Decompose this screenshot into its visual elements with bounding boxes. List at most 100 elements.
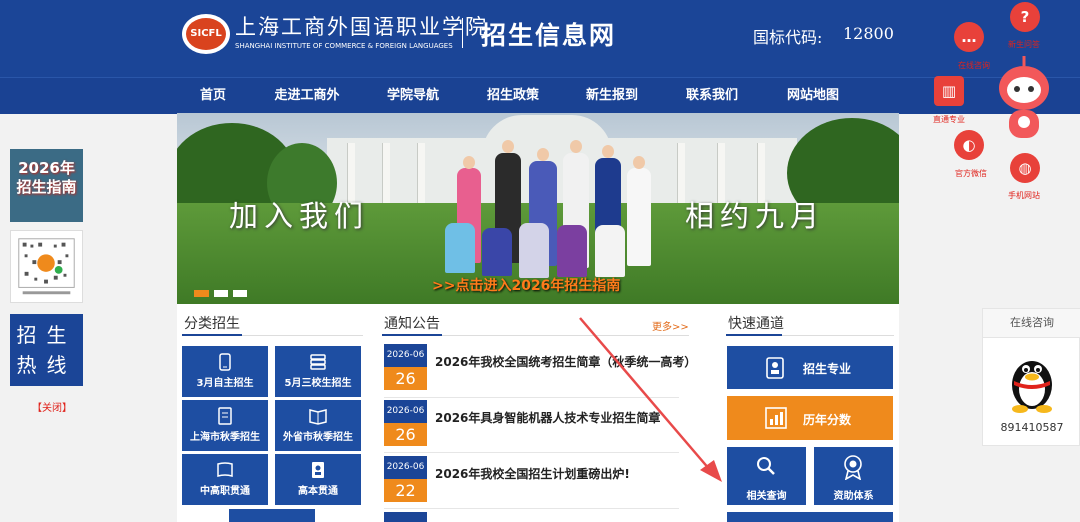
quick-scores-button[interactable]: 历年分数 xyxy=(727,396,893,440)
cat-label: 上海市秋季招生 xyxy=(190,432,260,443)
nav-sitemap[interactable]: 网站地图 xyxy=(776,78,850,114)
school-name-en: SHANGHAI INSTITUTE OF COMMERCE & FOREIGN… xyxy=(235,42,453,50)
quick-label: 资助体系 xyxy=(833,491,874,502)
fl-label-wechat[interactable]: 官方微信 xyxy=(955,168,987,179)
open-book-icon xyxy=(309,409,327,425)
banner-slogan-left: 加入我们 xyxy=(229,199,370,233)
notice-ym: 2026-06 xyxy=(386,350,425,360)
nav-freshman[interactable]: 新生报到 xyxy=(575,78,649,114)
slide-dot-1[interactable] xyxy=(194,290,209,297)
categories-title: 分类招生 xyxy=(184,316,240,332)
notice-date: 2026-06 22 xyxy=(384,456,427,502)
consult-title: 在线咨询 xyxy=(983,309,1080,338)
bar-chart-icon xyxy=(765,407,787,429)
hero-banner[interactable]: 加入我们 相约九月 >>点击进入2026年招生指南 xyxy=(177,113,899,304)
section-mark xyxy=(726,334,782,336)
close-left-float[interactable]: 【关闭】 xyxy=(32,399,72,414)
cat-label: 3月自主招生 xyxy=(196,378,254,389)
guide-thumbnail[interactable]: 2026年 招生指南 xyxy=(10,149,83,222)
fl-label-qa[interactable]: 新生问答 xyxy=(1008,39,1040,50)
phone-icon xyxy=(219,353,231,371)
fl-label-consult[interactable]: 在线咨询 xyxy=(958,60,990,71)
head xyxy=(570,140,582,153)
cat-label: 高本贯通 xyxy=(298,486,338,497)
wechat-icon[interactable]: ◐ xyxy=(954,130,984,160)
cat-more-partial[interactable] xyxy=(229,509,315,522)
globe-icon[interactable]: ◍ xyxy=(1010,153,1040,183)
quick-title: 快速通道 xyxy=(728,316,784,332)
cat-three-schools[interactable]: 5月三校生招生 xyxy=(275,346,361,397)
slide-dot-3[interactable] xyxy=(233,290,247,297)
consult-panel[interactable]: 在线咨询 891410587 xyxy=(982,308,1080,446)
code-label: 国标代码: xyxy=(753,28,823,47)
guide-thumb-text: 2026年 招生指南 xyxy=(16,159,77,196)
column xyxy=(382,143,390,208)
quick-label: 招生专业 xyxy=(803,362,852,376)
head xyxy=(602,145,614,158)
cat-higher-bachelor[interactable]: 高本贯通 xyxy=(275,454,361,505)
code-value: 12800 xyxy=(843,24,894,43)
cat-spring-independent[interactable]: 3月自主招生 xyxy=(182,346,268,397)
robot-mascot[interactable] xyxy=(992,52,1056,144)
book-icon[interactable]: ▥ xyxy=(934,76,964,106)
contacts-icon xyxy=(312,462,324,478)
person xyxy=(445,223,475,273)
logo-text: SICFL xyxy=(186,18,226,50)
document-icon xyxy=(218,407,232,425)
qq-penguin-icon[interactable] xyxy=(1005,347,1059,413)
hotline-box[interactable]: 招生热线 xyxy=(10,314,83,386)
cat-other-provinces[interactable]: 外省市秋季招生 xyxy=(275,400,361,451)
section-mark xyxy=(182,334,242,336)
header-divider xyxy=(462,18,463,48)
question-icon[interactable]: ? xyxy=(1010,2,1040,32)
section-mark xyxy=(382,334,442,336)
notice-ym: 2026-06 xyxy=(386,406,425,416)
notice-sep xyxy=(384,508,679,509)
annotation-arrow xyxy=(579,317,722,482)
medal-icon xyxy=(844,455,862,480)
nav-home[interactable]: 首页 xyxy=(187,78,239,114)
notice-date-partial xyxy=(384,512,427,522)
id-card-icon xyxy=(766,357,784,379)
notice-day: 26 xyxy=(384,423,427,446)
quick-search-button[interactable]: 相关查询 xyxy=(727,447,806,505)
content-area: 分类招生 3月自主招生 5月三校生招生 上海市秋季招生 外省市秋季招生 中高职贯… xyxy=(177,304,899,522)
fl-label-major[interactable]: 直通专业 xyxy=(933,114,965,125)
column xyxy=(677,143,685,208)
cat-label: 5月三校生招生 xyxy=(284,378,352,389)
quick-majors-button[interactable]: 招生专业 xyxy=(727,346,893,389)
stack-icon xyxy=(310,354,326,370)
school-name-cn: 上海工商外国语职业学院 xyxy=(235,15,488,39)
person xyxy=(519,223,549,278)
banner-guide-link[interactable]: >>点击进入2026年招生指南 xyxy=(432,275,620,295)
quick-label: 历年分数 xyxy=(803,413,852,427)
site-title: 招生信息网 xyxy=(481,21,617,50)
head xyxy=(502,140,514,153)
person xyxy=(557,225,587,277)
consult-qq-number[interactable]: 891410587 xyxy=(983,421,1080,434)
notices-title: 通知公告 xyxy=(384,316,440,332)
notice-day: 22 xyxy=(384,479,427,502)
cat-shanghai-autumn[interactable]: 上海市秋季招生 xyxy=(182,400,268,451)
slide-dot-2[interactable] xyxy=(214,290,228,297)
book-icon xyxy=(217,462,233,477)
school-logo[interactable]: SICFL xyxy=(182,14,230,54)
notice-date: 2026-06 26 xyxy=(384,400,427,446)
chat-icon[interactable]: … xyxy=(954,22,984,52)
search-icon xyxy=(757,457,775,475)
qr-code xyxy=(10,230,83,303)
nav-about[interactable]: 走进工商外 xyxy=(266,78,348,114)
nav-college-guide[interactable]: 学院导航 xyxy=(375,78,451,114)
person xyxy=(482,228,512,276)
head xyxy=(633,156,645,169)
notice-ym: 2026-06 xyxy=(386,462,425,472)
quick-aid-button[interactable]: 资助体系 xyxy=(814,447,893,505)
quick-label: 相关查询 xyxy=(746,491,787,502)
fl-label-mobile[interactable]: 手机网站 xyxy=(1008,190,1040,201)
nav-contact[interactable]: 联系我们 xyxy=(675,78,749,114)
head xyxy=(537,148,549,161)
nav-admission-policy[interactable]: 招生政策 xyxy=(476,78,550,114)
quick-partial-button[interactable] xyxy=(727,512,893,522)
notice-date: 2026-06 26 xyxy=(384,344,427,390)
cat-middle-higher[interactable]: 中高职贯通 xyxy=(182,454,268,505)
